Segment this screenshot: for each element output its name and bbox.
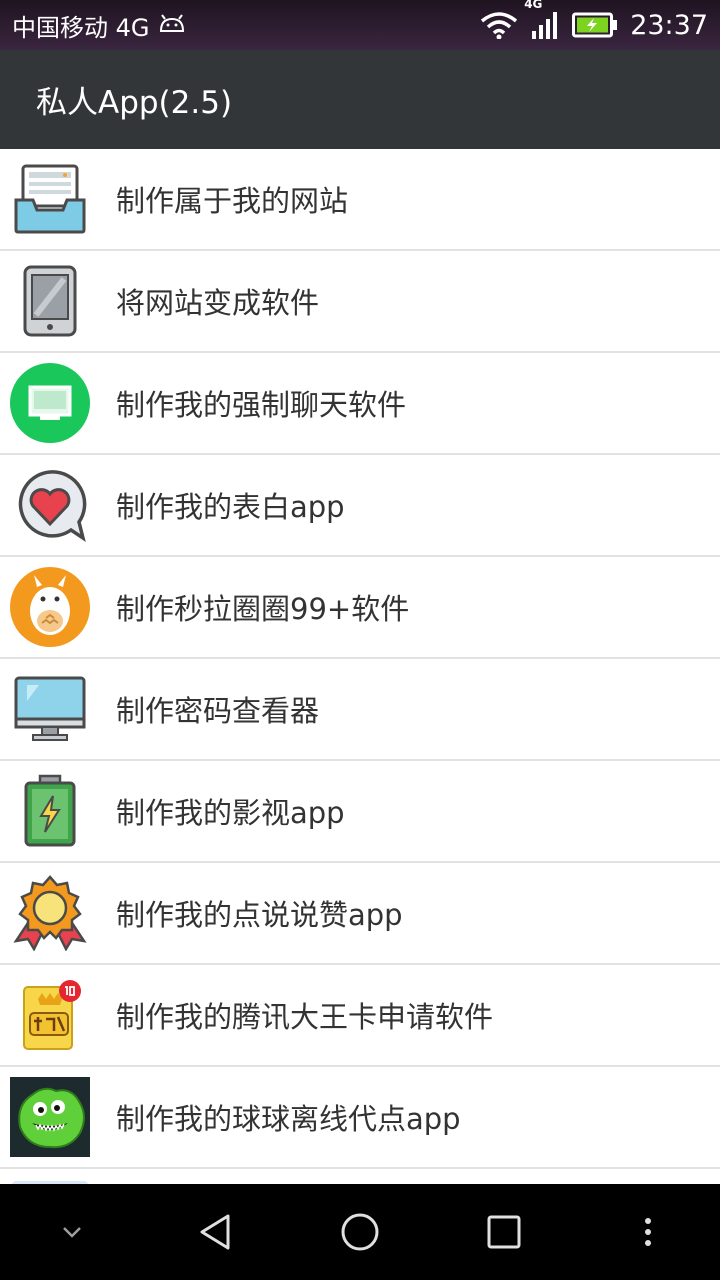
status-left: 中国移动 4G [12, 8, 186, 43]
list-item-label: 制作我的强制聊天软件 [116, 388, 407, 422]
list-item[interactable]: 制作属于我的网站 [0, 149, 720, 251]
list-item[interactable]: 制作秒拉圈圈99+软件 [0, 557, 720, 659]
tablet-icon [10, 261, 90, 341]
list-item-label: 制作密码查看器 [116, 694, 320, 728]
list-item[interactable]: 将网站变成软件 [0, 251, 720, 353]
list-item[interactable]: 制作我的腾讯大王卡申请软件 [0, 965, 720, 1067]
android-icon [158, 11, 186, 39]
signal-icon: 4G [524, 0, 560, 39]
list-item[interactable] [0, 1169, 720, 1184]
wifi-icon [480, 11, 518, 39]
home-circle-icon[interactable] [315, 1184, 405, 1280]
card-game-icon [10, 975, 90, 1055]
desktop-monitor-icon [10, 669, 90, 749]
carrier-label: 中国移动 4G [12, 13, 150, 42]
inbox-tray-icon [10, 159, 90, 239]
heart-bubble-icon [10, 465, 90, 545]
medal-badge-icon [10, 873, 90, 953]
navigation-bar [0, 1184, 720, 1280]
list-item[interactable]: 制作我的球球离线代点app [0, 1067, 720, 1169]
status-bar: 中国移动 4G 4G 23:37 [0, 0, 720, 50]
network-badge: 4G [524, 0, 543, 11]
chevron-down-icon[interactable] [27, 1184, 117, 1280]
list-item-label: 制作属于我的网站 [116, 184, 349, 218]
totoro-icon [10, 567, 90, 647]
more-dots-icon[interactable] [603, 1184, 693, 1280]
list-item[interactable]: 制作我的点说说赞app [0, 863, 720, 965]
list-item[interactable]: 制作我的强制聊天软件 [0, 353, 720, 455]
status-time: 23:37 [630, 9, 708, 41]
recents-square-icon[interactable] [459, 1184, 549, 1280]
list-item[interactable]: 制作我的影视app [0, 761, 720, 863]
status-right: 4G 23:37 [480, 0, 708, 41]
battery-charging-icon [572, 12, 618, 38]
list-item-label: 制作我的腾讯大王卡申请软件 [116, 1000, 494, 1034]
list-item-label: 制作我的影视app [116, 796, 345, 830]
back-triangle-icon[interactable] [171, 1184, 261, 1280]
list-item[interactable]: 制作密码查看器 [0, 659, 720, 761]
menu-list: 制作属于我的网站 将网站变成软件 制作我的强制聊天软件 制作我的表白app 制作… [0, 149, 720, 1184]
monitor-green-icon [10, 363, 90, 443]
list-item-label: 制作我的球球离线代点app [116, 1102, 461, 1136]
list-item-label: 制作秒拉圈圈99+软件 [116, 592, 410, 626]
list-item[interactable]: 制作我的表白app [0, 455, 720, 557]
list-item-label: 将网站变成软件 [116, 286, 320, 320]
battery-bolt-icon [10, 771, 90, 851]
list-item-label: 制作我的点说说赞app [116, 898, 403, 932]
list-item-label: 制作我的表白app [116, 490, 345, 524]
green-monster-icon [10, 1077, 90, 1157]
app-bar: 私人App(2.5) [0, 50, 720, 149]
app-title: 私人App(2.5) [36, 85, 233, 121]
